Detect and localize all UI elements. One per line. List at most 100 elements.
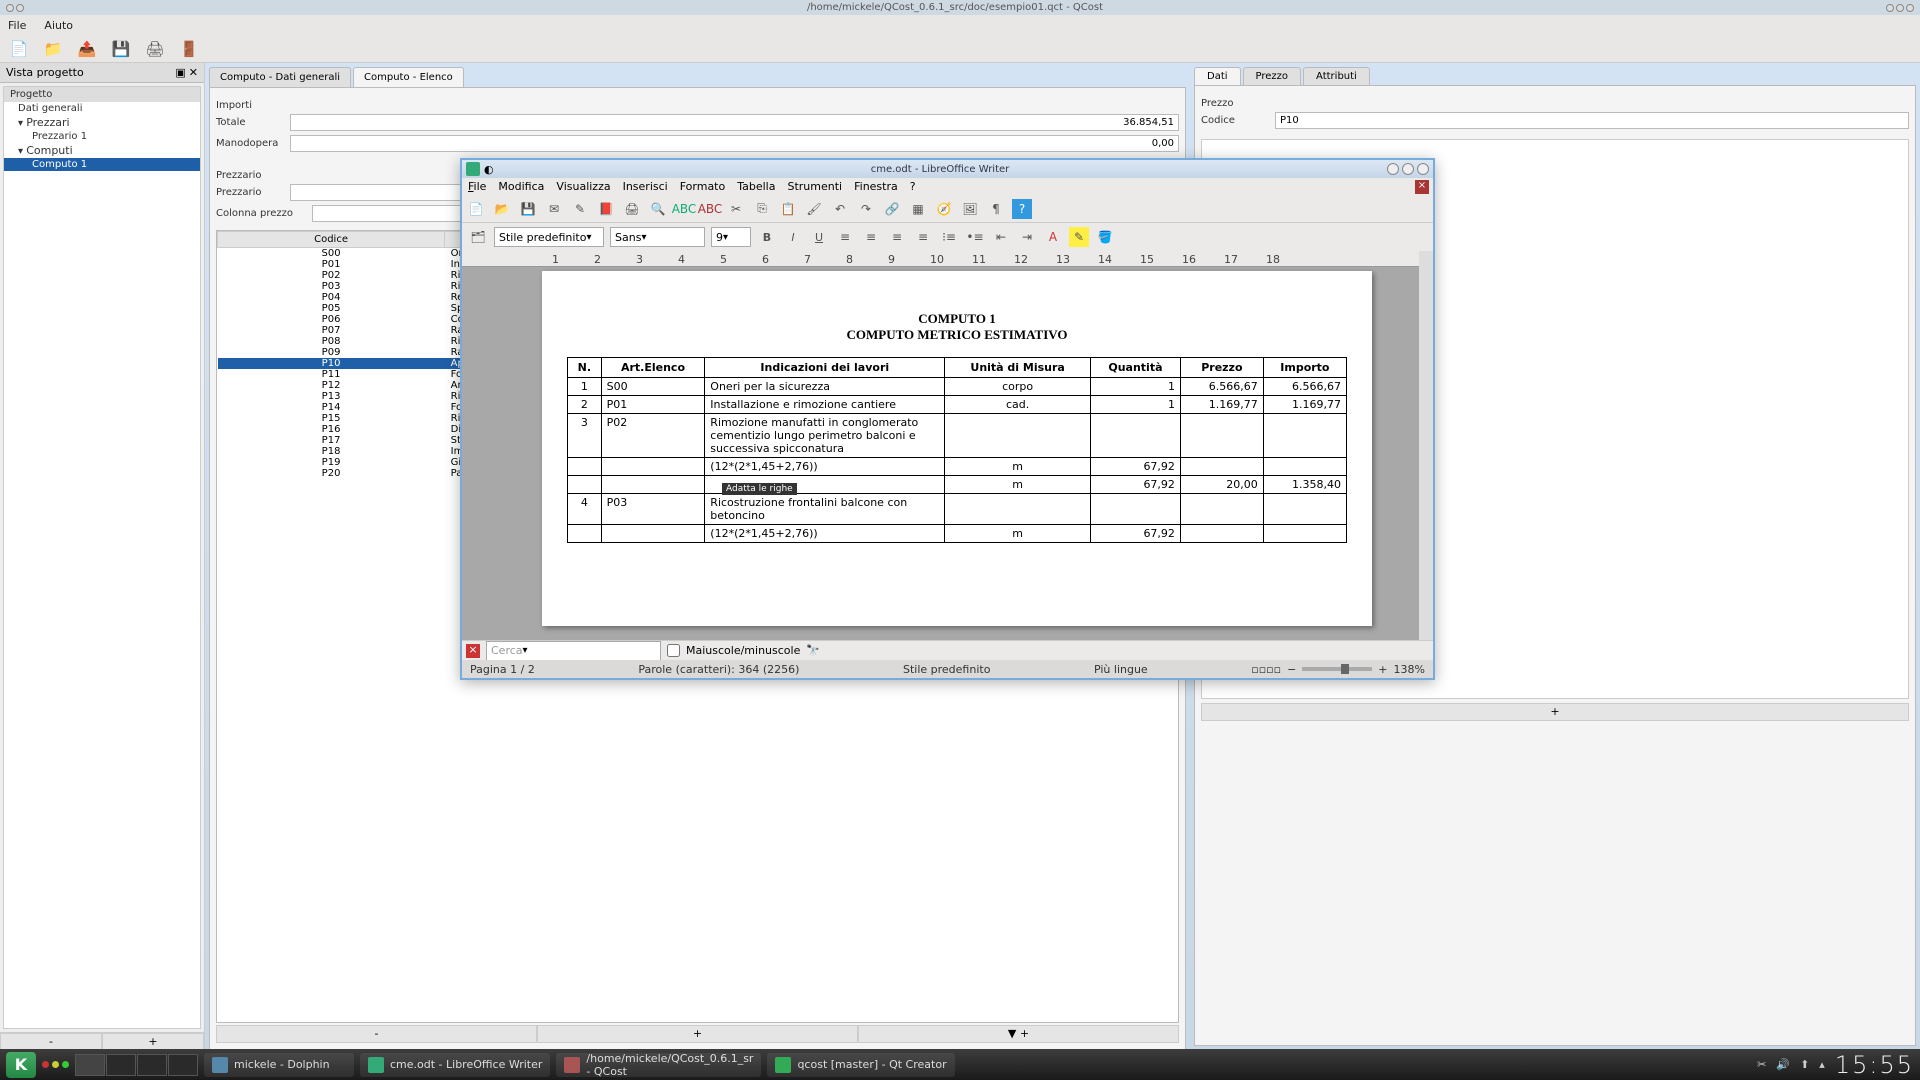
lo-zoom-in-icon[interactable]: + [1378, 663, 1387, 676]
lo-dedent-icon[interactable]: ⇤ [991, 227, 1011, 247]
lo-search-close-icon[interactable]: × [466, 644, 480, 658]
tab-dati-generali[interactable]: Computo - Dati generali [209, 67, 351, 87]
lo-search-input[interactable]: Cerca ▾ [486, 641, 661, 661]
lo-preview-icon[interactable]: 🔍 [648, 199, 668, 219]
lo-font-select[interactable]: Sans ▾ [610, 227, 705, 247]
tree-prezzari[interactable]: ▾ Prezzari [4, 115, 200, 130]
lo-ruler[interactable]: 123456789101112131415161718 [462, 251, 1433, 267]
activity-dots[interactable] [42, 1061, 69, 1068]
lo-open-icon[interactable]: 📂 [492, 199, 512, 219]
lo-pdf-icon[interactable]: 📕 [596, 199, 616, 219]
tree-computo-1[interactable]: Computo 1 [4, 158, 200, 171]
lo-page-status[interactable]: Pagina 1 / 2 [470, 663, 535, 676]
saveas-icon[interactable]: 💾 [110, 38, 132, 60]
task-qcost[interactable]: /home/mickele/QCost_0.6.1_sr- QCost [556, 1053, 761, 1077]
lo-italic-icon[interactable]: I [783, 227, 803, 247]
doc-table[interactable]: N. Art.Elenco Indicazioni dei lavori Uni… [567, 357, 1347, 543]
lo-zoom-value[interactable]: 138% [1394, 663, 1425, 676]
tree-prezzario-1[interactable]: Prezzario 1 [4, 130, 200, 143]
tree-remove-button[interactable]: - [0, 1033, 102, 1050]
exit-icon[interactable]: 🚪 [178, 38, 200, 60]
lo-spell-icon[interactable]: ABC [674, 199, 694, 219]
lo-menu-formato[interactable]: Formato [680, 180, 726, 193]
lo-navigator-icon[interactable]: 🧭 [934, 199, 954, 219]
lo-lang-status[interactable]: Più lingue [1094, 663, 1148, 676]
lo-case-checkbox[interactable] [667, 644, 680, 657]
lo-align-just-icon[interactable]: ≡ [913, 227, 933, 247]
lo-menu-tabella[interactable]: Tabella [737, 180, 775, 193]
lo-cut-icon[interactable]: ✂ [726, 199, 746, 219]
lo-table-icon[interactable]: ▦ [908, 199, 928, 219]
open-icon[interactable]: 📁 [42, 38, 64, 60]
lo-zoom-slider[interactable] [1302, 667, 1372, 671]
lo-redo-icon[interactable]: ↷ [856, 199, 876, 219]
lo-max-icon[interactable] [1402, 163, 1414, 175]
rtab-dati[interactable]: Dati [1194, 67, 1241, 85]
clock[interactable]: 15:55 [1835, 1051, 1914, 1079]
col-codice[interactable]: Codice [218, 232, 445, 248]
new-icon[interactable]: 📄 [8, 38, 30, 60]
lo-zoom-out-icon[interactable]: − [1287, 663, 1296, 676]
doc-row[interactable]: (12*(2*1,45+2,76))m67,92 [568, 525, 1347, 543]
lo-email-icon[interactable]: ✉ [544, 199, 564, 219]
lo-align-center-icon[interactable]: ≡ [861, 227, 881, 247]
lo-highlight-icon[interactable]: ✎ [1069, 227, 1089, 247]
lo-view-icons[interactable]: ▫▫▫▫ [1251, 663, 1281, 676]
lo-menu-finestra[interactable]: Finestra [854, 180, 898, 193]
task-qtcreator[interactable]: qcost [master] - Qt Creator [767, 1053, 954, 1077]
minimize-icon[interactable] [1886, 4, 1894, 12]
kde-menu-button[interactable]: K [6, 1052, 36, 1078]
lo-align-left-icon[interactable]: ≡ [835, 227, 855, 247]
tree-add-button[interactable]: + [102, 1033, 204, 1050]
lo-vscrollbar[interactable] [1419, 251, 1433, 640]
window-menu-icon[interactable] [6, 4, 14, 12]
lo-menu-help[interactable]: ? [910, 180, 916, 193]
lo-numlist-icon[interactable]: ⁝≡ [939, 227, 959, 247]
lo-doc-close-icon[interactable]: × [1415, 180, 1429, 194]
tray-expand-icon[interactable]: ▴ [1819, 1058, 1825, 1071]
doc-row[interactable]: 3P02Rimozione manufatti in conglomerato … [568, 414, 1347, 458]
lo-min-icon[interactable] [1387, 163, 1399, 175]
row-remove-button[interactable]: - [216, 1025, 537, 1043]
project-tree[interactable]: Progetto Dati generali ▾ Prezzari Prezza… [3, 86, 201, 1029]
lo-print-icon[interactable]: 🖨 [622, 199, 642, 219]
lo-word-count[interactable]: Parole (caratteri): 364 (2256) [638, 663, 799, 676]
task-libreoffice[interactable]: cme.odt - LibreOffice Writer [360, 1053, 550, 1077]
lo-bullist-icon[interactable]: •≡ [965, 227, 985, 247]
codice-field[interactable] [1275, 112, 1909, 129]
lo-bold-icon[interactable]: B [757, 227, 777, 247]
lo-gallery-icon[interactable]: 🖼 [960, 199, 980, 219]
lo-align-right-icon[interactable]: ≡ [887, 227, 907, 247]
lo-style-status[interactable]: Stile predefinito [903, 663, 990, 676]
lo-close-icon[interactable] [1417, 163, 1429, 175]
lo-copy-icon[interactable]: ⎘ [752, 199, 772, 219]
close-panel-icon[interactable]: ✕ [189, 66, 198, 79]
lo-styles-icon[interactable]: 🗂 [468, 227, 488, 247]
tree-dati-generali[interactable]: Dati generali [4, 102, 200, 115]
lo-document-area[interactable]: 123456789101112131415161718 COMPUTO 1 CO… [462, 251, 1433, 640]
detail-add-button[interactable]: + [1201, 703, 1909, 721]
doc-row[interactable]: m67,9220,001.358,40 [568, 476, 1347, 494]
lo-menu-visualizza[interactable]: Visualizza [556, 180, 610, 193]
lo-titlebar[interactable]: ◐ cme.odt - LibreOffice Writer [462, 160, 1433, 178]
lo-menu-file[interactable]: FFileile [468, 180, 486, 193]
lo-aux-icon[interactable]: ◐ [484, 163, 496, 176]
lo-style-select[interactable]: Stile predefinito ▾ [494, 227, 604, 247]
lo-undo-icon[interactable]: ↶ [830, 199, 850, 219]
tray-clipboard-icon[interactable]: ✂ [1757, 1058, 1766, 1071]
doc-row[interactable]: 4P03Ricostruzione frontalini balcone con… [568, 494, 1347, 525]
doc-row[interactable]: (12*(2*1,45+2,76))m67,92 [568, 458, 1347, 476]
lo-fmtpaint-icon[interactable]: 🖌 [804, 199, 824, 219]
lo-edit-icon[interactable]: ✎ [570, 199, 590, 219]
lo-nonprint-icon[interactable]: ¶ [986, 199, 1006, 219]
maximize-icon[interactable] [1896, 4, 1904, 12]
lo-size-select[interactable]: 9 ▾ [711, 227, 751, 247]
tree-computi[interactable]: ▾ Computi [4, 143, 200, 158]
tab-elenco[interactable]: Computo - Elenco [353, 67, 464, 87]
lo-fontcolor-icon[interactable]: A [1043, 227, 1063, 247]
lo-menu-inserisci[interactable]: Inserisci [623, 180, 668, 193]
menu-help[interactable]: Aiuto [44, 19, 73, 32]
doc-row[interactable]: 1S00Oneri per la sicurezzacorpo16.566,67… [568, 378, 1347, 396]
detach-icon[interactable]: ▣ [175, 66, 185, 79]
tray-volume-icon[interactable]: 🔊 [1776, 1058, 1790, 1071]
